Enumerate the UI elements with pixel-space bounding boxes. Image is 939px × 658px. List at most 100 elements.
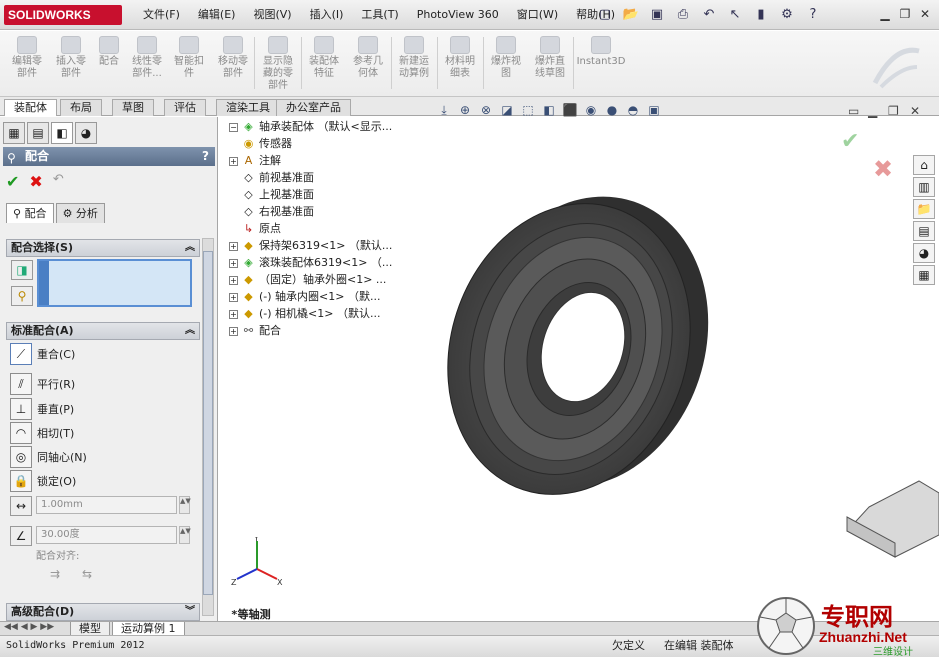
undo-icon[interactable]: ↶ bbox=[53, 172, 64, 191]
bearing-model[interactable] bbox=[219, 117, 939, 621]
print-icon[interactable]: ⎙ bbox=[672, 5, 694, 25]
menu-window[interactable]: 窗口(W) bbox=[510, 7, 565, 23]
expand-icon[interactable]: + bbox=[229, 258, 238, 268]
new-motion-study-button[interactable]: 新建运 动算例 bbox=[395, 36, 433, 80]
expand-icon[interactable]: + bbox=[229, 241, 238, 251]
menu-tools[interactable]: 工具(T) bbox=[354, 7, 405, 23]
tab-model[interactable]: 模型 bbox=[70, 622, 110, 636]
config-manager-tab-icon[interactable]: ◧ bbox=[51, 122, 73, 144]
view-orientation-icon[interactable]: ◧ bbox=[540, 101, 558, 119]
feature-tree-tab-icon[interactable]: ▦ bbox=[3, 122, 25, 144]
view-settings-icon[interactable]: ▣ bbox=[645, 101, 663, 119]
viewport-restore-icon[interactable]: ❐ bbox=[888, 104, 899, 118]
design-library-icon[interactable]: ▥ bbox=[913, 177, 935, 197]
edit-component-button[interactable]: 编辑零 部件 bbox=[8, 36, 46, 80]
close-icon[interactable]: ✕ bbox=[916, 5, 934, 23]
menu-edit[interactable]: 编辑(E) bbox=[191, 7, 243, 23]
first-mate-icon[interactable]: ⚲ bbox=[11, 286, 33, 306]
mate-lock-option[interactable]: 🔒 锁定(O) bbox=[10, 469, 76, 493]
tab-office-products[interactable]: 办公室产品 bbox=[276, 99, 351, 116]
viewport-minimize-icon[interactable]: ▭ bbox=[848, 104, 859, 118]
tab-scroll-arrows-icon[interactable]: ◀◀ ◀ ▶ ▶▶ bbox=[4, 622, 54, 632]
dynamic-annotation-icon[interactable]: ⬚ bbox=[519, 101, 537, 119]
reference-geometry-button[interactable]: 参考几 何体 bbox=[348, 36, 388, 80]
zoom-area-icon[interactable]: ⊕ bbox=[456, 101, 474, 119]
viewport-min-icon[interactable]: ▁ bbox=[868, 104, 877, 118]
previous-view-icon[interactable]: ⊗ bbox=[477, 101, 495, 119]
standard-mates-group-header[interactable]: 标准配合(A) ︽ bbox=[6, 322, 200, 340]
appearance-tab-icon[interactable]: ◕ bbox=[75, 122, 97, 144]
advanced-mates-group-header[interactable]: 高级配合(D) ︾ bbox=[6, 603, 200, 621]
restore-icon[interactable]: ❐ bbox=[896, 5, 914, 23]
angle-field[interactable]: 30.00度 bbox=[36, 526, 177, 544]
mate-button[interactable]: 配合 bbox=[94, 36, 124, 68]
expand-icon[interactable]: + bbox=[229, 309, 238, 319]
entities-selection-box[interactable] bbox=[37, 259, 192, 307]
mate-selection-group-header[interactable]: 配合选择(S) ︽ bbox=[6, 239, 200, 257]
distance-spinner[interactable]: ▲▼ bbox=[179, 496, 191, 514]
tree-item-right-plane[interactable]: ◇ 右视基准面 bbox=[241, 204, 314, 220]
tree-item-sensors[interactable]: ◉ 传感器 bbox=[241, 136, 292, 152]
home-icon[interactable]: ⌂ bbox=[913, 155, 935, 175]
minimize-icon[interactable]: ▁ bbox=[876, 5, 894, 23]
mate-concentric-option[interactable]: ◎ 同轴心(N) bbox=[10, 445, 87, 469]
tree-item-ball-assembly[interactable]: + ◈ 滚珠装配体6319<1> （... bbox=[229, 255, 392, 271]
hide-show-items-icon[interactable]: ◉ bbox=[582, 101, 600, 119]
save-icon[interactable]: ▣ bbox=[646, 5, 668, 25]
explode-line-sketch-button[interactable]: 爆炸直 线草图 bbox=[530, 36, 570, 80]
show-hidden-button[interactable]: 显示隐 藏的零 部件 bbox=[258, 36, 298, 92]
tree-item-top-plane[interactable]: ◇ 上视基准面 bbox=[241, 187, 314, 203]
tree-item-front-plane[interactable]: ◇ 前视基准面 bbox=[241, 170, 314, 186]
viewport-close-icon[interactable]: ✕ bbox=[910, 104, 920, 118]
confirm-corner-ok-icon[interactable]: ✔ bbox=[841, 129, 859, 154]
tab-motion-study[interactable]: 运动算例 1 bbox=[112, 622, 185, 636]
tab-render-tools[interactable]: 渲染工具 bbox=[216, 99, 280, 116]
expand-icon[interactable]: + bbox=[229, 292, 238, 302]
collapse-chevron-icon[interactable]: ︽ bbox=[185, 240, 195, 256]
confirm-corner-cancel-icon[interactable]: ✖ bbox=[873, 155, 893, 183]
mate-coincident-option[interactable]: ⟋ 重合(C) bbox=[10, 342, 75, 366]
aligned-icon[interactable]: ⇉ bbox=[50, 567, 60, 581]
subtab-analysis[interactable]: ⚙ 分析 bbox=[55, 203, 105, 223]
move-component-button[interactable]: 移动零 部件 bbox=[214, 36, 252, 80]
angle-spinner[interactable]: ▲▼ bbox=[179, 526, 191, 544]
options-icon[interactable]: ⚙ bbox=[776, 5, 798, 25]
bill-of-materials-button[interactable]: 材料明 细表 bbox=[441, 36, 479, 80]
tab-layout[interactable]: 布局 bbox=[60, 99, 102, 116]
display-style-icon[interactable]: ⬛ bbox=[561, 101, 579, 119]
tab-assembly[interactable]: 装配体 bbox=[4, 99, 57, 116]
help-button[interactable]: ? bbox=[202, 147, 209, 166]
scrollbar-thumb[interactable] bbox=[203, 251, 213, 595]
tab-evaluate[interactable]: 评估 bbox=[164, 99, 206, 116]
zoom-to-fit-icon[interactable]: ⤓ bbox=[435, 101, 453, 119]
cancel-x-icon[interactable]: ✖ bbox=[29, 172, 42, 191]
exploded-view-button[interactable]: 爆炸视 图 bbox=[487, 36, 525, 80]
expand-icon[interactable]: + bbox=[229, 326, 238, 336]
menu-view[interactable]: 视图(V) bbox=[246, 7, 298, 23]
expand-icon[interactable]: + bbox=[229, 275, 238, 285]
smart-fasteners-button[interactable]: 智能扣 件 bbox=[170, 36, 208, 80]
tree-item-cage[interactable]: + ◆ 保持架6319<1> （默认... bbox=[229, 238, 392, 254]
mate-parallel-option[interactable]: ⫽ 平行(R) bbox=[10, 372, 75, 396]
tree-root[interactable]: − ◈ 轴承装配体 （默认<显示... bbox=[229, 119, 392, 135]
tree-item-outer-ring[interactable]: + ◆ （固定）轴承外圈<1> ... bbox=[229, 272, 386, 288]
appearances-icon[interactable]: ◕ bbox=[913, 243, 935, 263]
edit-appearance-icon[interactable]: ● bbox=[603, 101, 621, 119]
anti-aligned-icon[interactable]: ⇆ bbox=[82, 567, 92, 581]
ok-check-icon[interactable]: ✔ bbox=[6, 172, 19, 191]
property-manager-tab-icon[interactable]: ▤ bbox=[27, 122, 49, 144]
file-explorer-icon[interactable]: 📁 bbox=[913, 199, 935, 219]
open-icon[interactable]: 📂 bbox=[620, 5, 642, 25]
menu-insert[interactable]: 插入(I) bbox=[303, 7, 351, 23]
tree-item-camera-sled[interactable]: + ◆ (-) 相机橇<1> （默认... bbox=[229, 306, 380, 322]
new-document-icon[interactable]: ▢ bbox=[594, 5, 616, 25]
angle-icon[interactable]: ∠ bbox=[10, 526, 32, 546]
menu-photoview[interactable]: PhotoView 360 bbox=[410, 7, 506, 23]
expand-chevron-icon[interactable]: ︾ bbox=[185, 604, 195, 620]
tree-item-annotations[interactable]: + A 注解 bbox=[229, 153, 281, 169]
distance-field[interactable]: 1.00mm bbox=[36, 496, 177, 514]
mate-tangent-option[interactable]: ◠ 相切(T) bbox=[10, 421, 74, 445]
view-palette-icon[interactable]: ▤ bbox=[913, 221, 935, 241]
tab-sketch[interactable]: 草图 bbox=[112, 99, 154, 116]
instant3d-button[interactable]: Instant3D bbox=[576, 36, 626, 68]
